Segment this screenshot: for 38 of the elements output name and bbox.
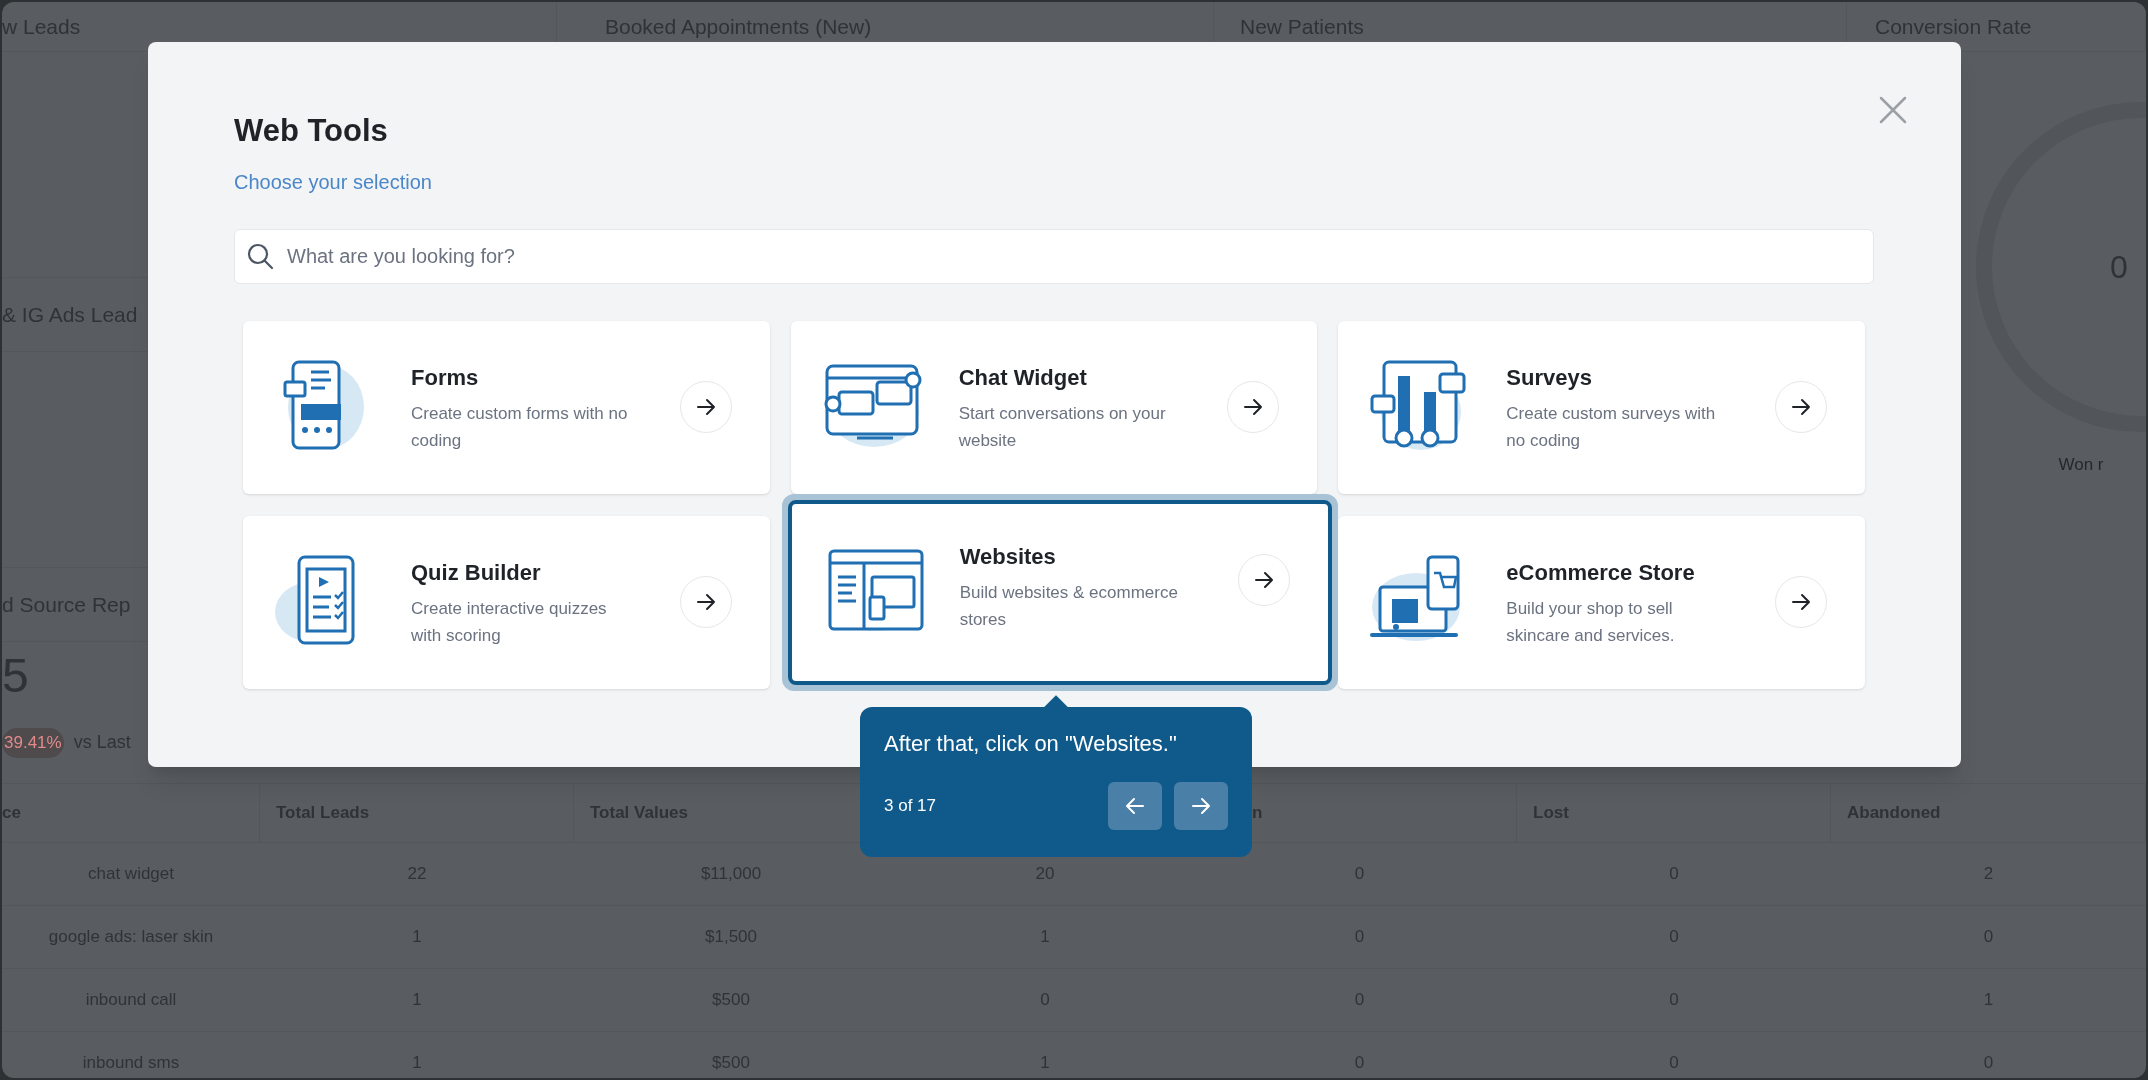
card-title: Surveys — [1506, 363, 1592, 392]
card-description: Create interactive quizzes with scoring — [411, 597, 608, 647]
next-button[interactable] — [1174, 782, 1228, 830]
tooltip-text: After that, click on "Websites." — [884, 730, 1177, 758]
modal-subtitle: Choose your selection — [234, 169, 432, 195]
arrow-button[interactable] — [1775, 576, 1827, 628]
card-description: Build websites & ecommerce stores — [959, 581, 1179, 631]
card-title: Chat Widget — [958, 363, 1087, 392]
tool-card[interactable]: Quiz Builder Create interactive quizzes with scoring — [243, 515, 770, 689]
arrow-right-icon — [694, 396, 717, 418]
arrow-button[interactable] — [1775, 381, 1827, 433]
card-description: Create custom surveys with no coding — [1506, 402, 1717, 452]
card-description: Start conversations on your website — [958, 402, 1167, 452]
step-counter: 3 of 17 — [884, 795, 936, 818]
card-title: Forms — [411, 363, 479, 392]
tool-card[interactable]: Chat Widget Start conversations on your website — [790, 320, 1318, 494]
change-badge: 39.41% — [2, 728, 64, 758]
arrow-right-icon — [1190, 795, 1212, 817]
previous-button[interactable] — [1108, 782, 1162, 830]
arrow-right-icon — [1790, 591, 1812, 613]
arrow-right-icon — [1253, 569, 1276, 591]
card-title: Websites — [959, 542, 1056, 571]
card-title: eCommerce Store — [1506, 558, 1695, 587]
tool-card[interactable]: eCommerce Store Build your shop to sell skincare and services. — [1338, 515, 1865, 689]
close-icon — [1878, 95, 1908, 125]
tool-card[interactable]: Forms Create custom forms with no coding — [243, 320, 770, 494]
modal-title: Web Tools — [234, 112, 388, 150]
tool-card[interactable]: Websites Build websites & ecommerce stores — [787, 499, 1333, 685]
card-title: Quiz Builder — [411, 558, 541, 587]
search-field[interactable]: What are you looking for? — [234, 228, 1874, 284]
card-description: Build your shop to sell skincare and services. — [1506, 597, 1676, 647]
tool-card[interactable]: Surveys Create custom surveys with no coding — [1338, 320, 1865, 494]
arrow-left-icon — [1124, 795, 1146, 817]
arrow-right-icon — [694, 591, 717, 613]
search-icon — [246, 241, 274, 270]
arrow-right-icon — [1242, 396, 1265, 418]
card-description: Create custom forms with no coding — [411, 402, 629, 452]
arrow-right-icon — [1790, 396, 1812, 418]
